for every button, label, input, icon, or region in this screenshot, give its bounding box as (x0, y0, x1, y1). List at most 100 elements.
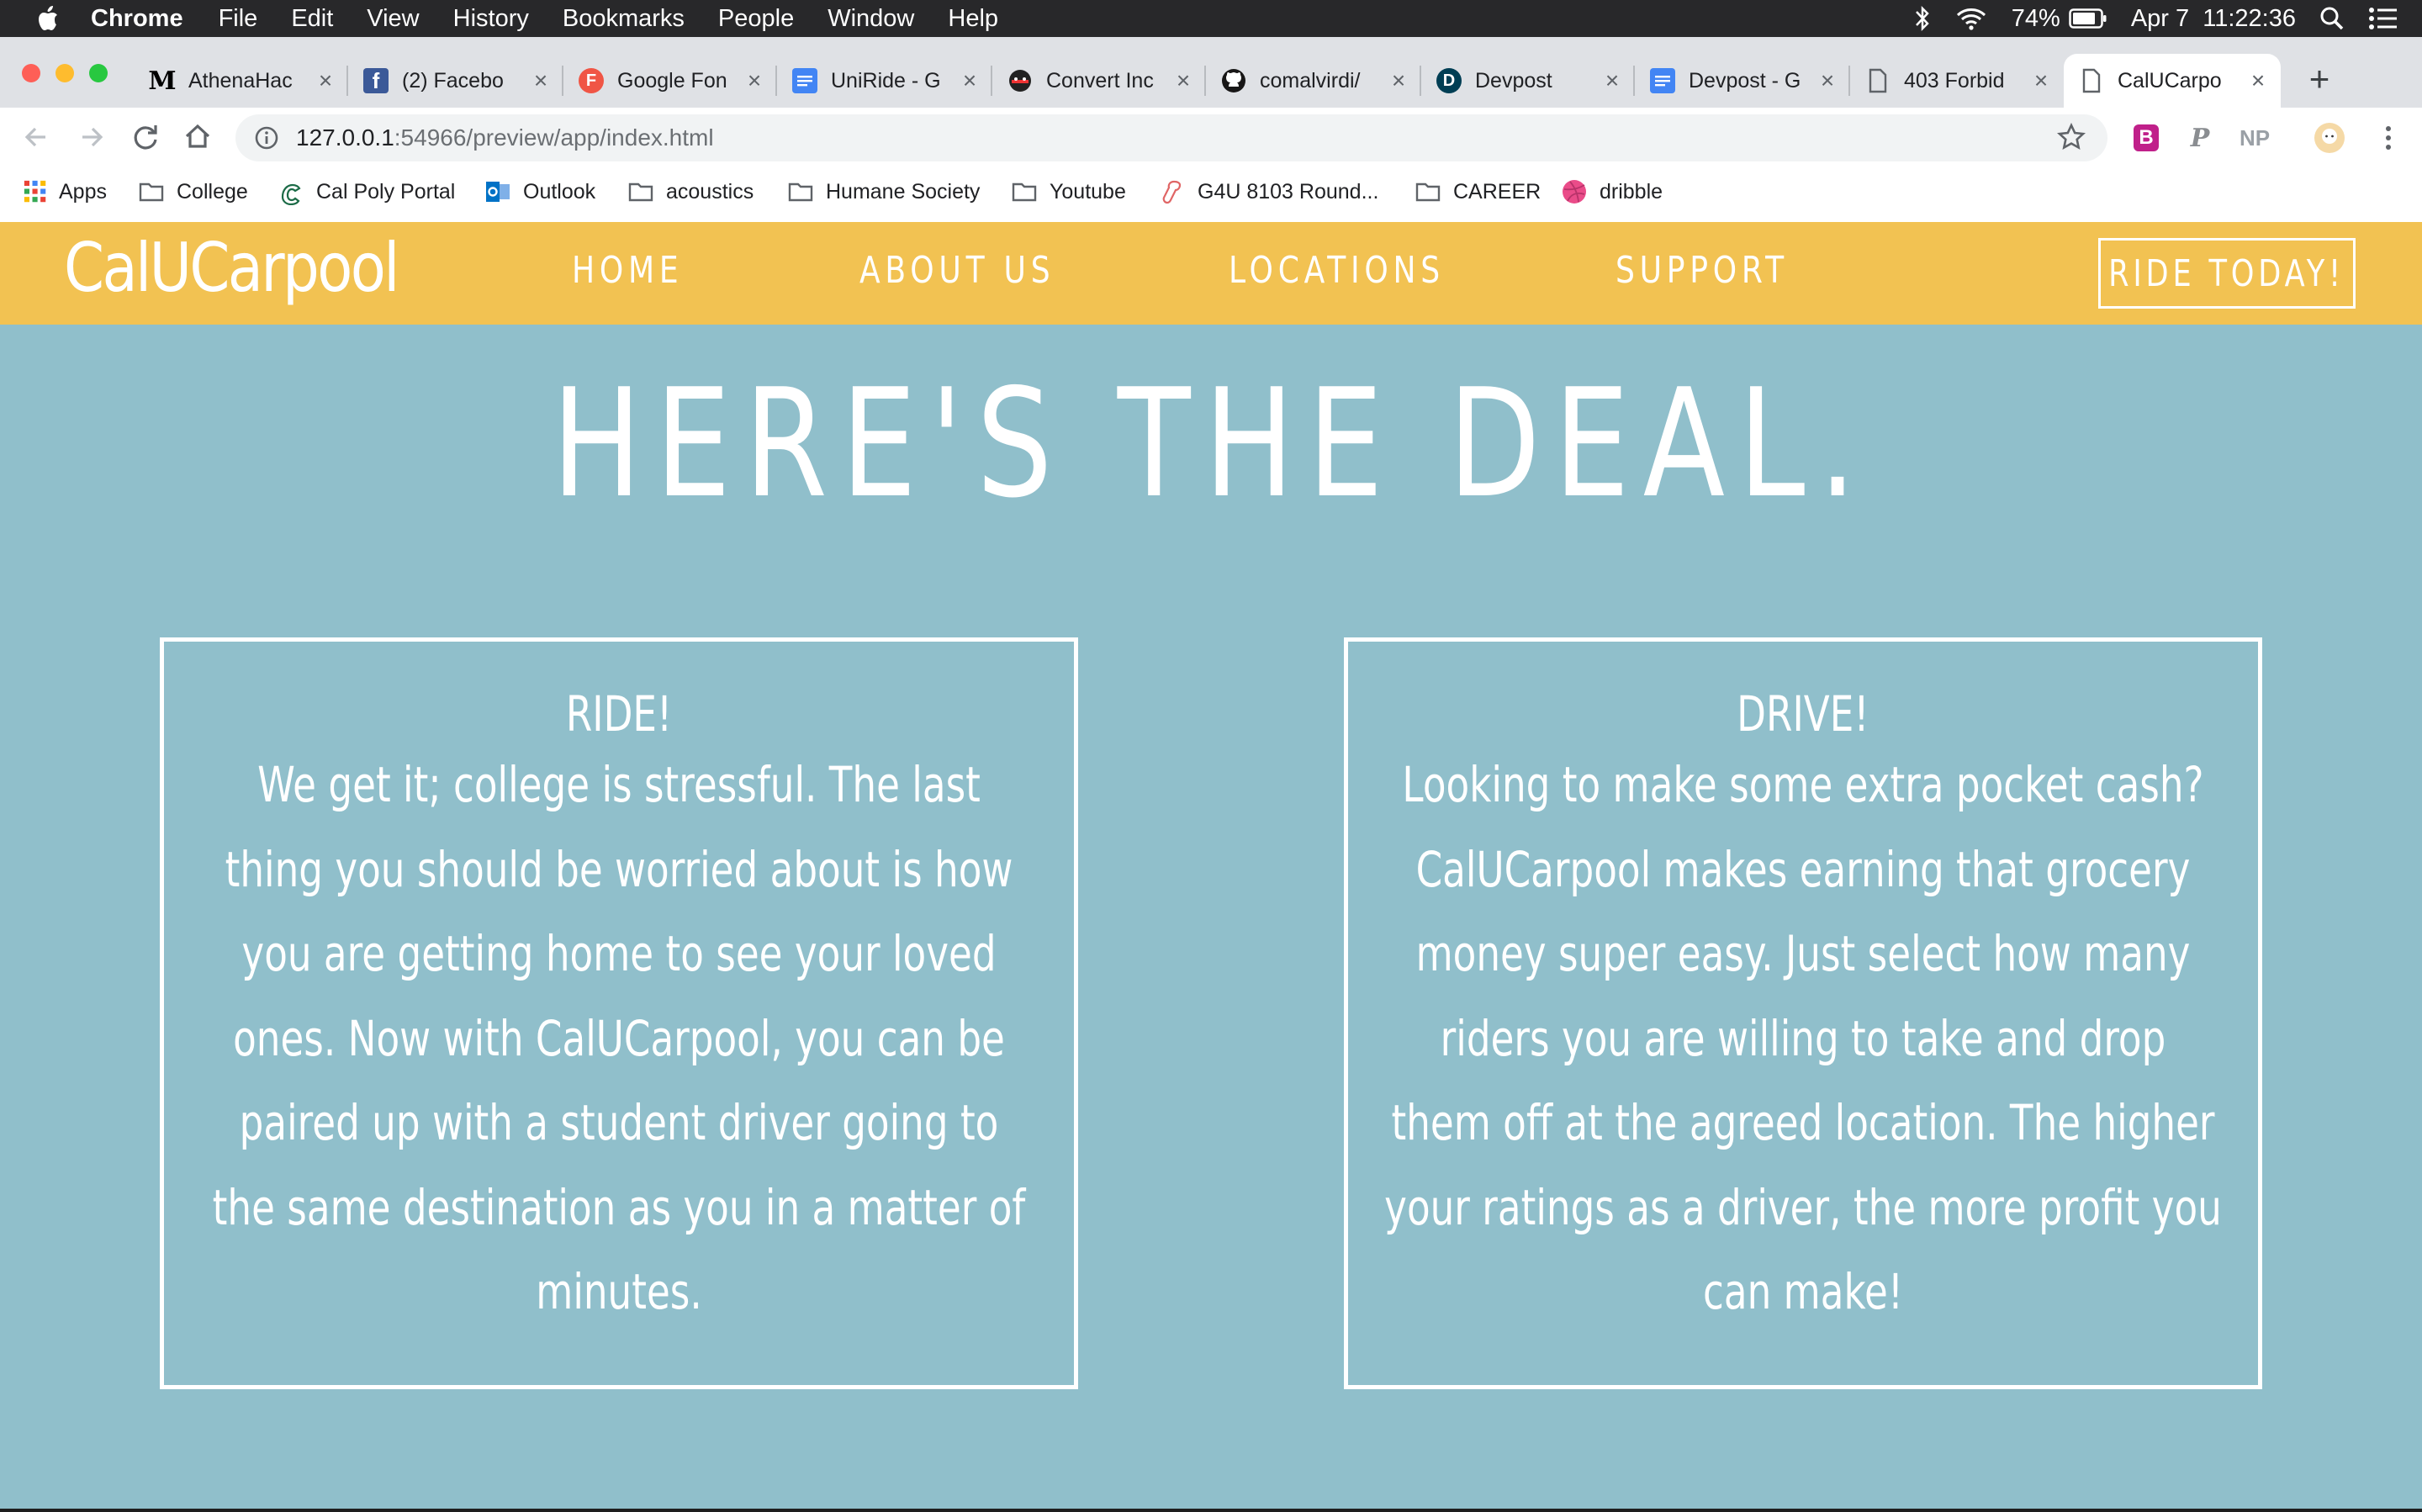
menu-view[interactable]: View (367, 5, 419, 33)
nav-support[interactable]: SUPPORT (1616, 249, 1789, 292)
google-docs-icon (1650, 68, 1675, 93)
drive-card-line: them off at the agreed location. The hig… (1391, 1094, 2215, 1151)
tab-close-icon[interactable]: × (2030, 67, 2052, 94)
ride-today-button[interactable]: RIDE TODAY! (2098, 238, 2356, 309)
ride-card-line: you are getting home to see your loved (241, 925, 997, 982)
tab-close-icon[interactable]: × (959, 67, 981, 94)
bookmark-cal-poly-portal[interactable]: Cal Poly Portal (278, 175, 455, 209)
menu-bookmarks[interactable]: Bookmarks (563, 5, 685, 33)
ride-card-line: We get it; college is stressful. The las… (257, 756, 981, 813)
web-page: CalUCarpool HOME ABOUT US LOCATIONS SUPP… (0, 222, 2422, 1509)
bookmark-label: dribble (1600, 179, 1663, 204)
ride-card-title: RIDE! (565, 685, 673, 743)
window-zoom-button[interactable] (89, 64, 108, 82)
menu-app-name[interactable]: Chrome (91, 5, 183, 33)
tab-close-icon[interactable]: × (315, 67, 336, 94)
tab-title: UniRide - G (831, 68, 941, 93)
forward-arrow-icon[interactable] (72, 118, 111, 156)
bookmark-outlook[interactable]: Outlook (484, 175, 595, 209)
google-docs-icon (792, 68, 817, 93)
drive-card-line: Looking to make some extra pocket cash? (1402, 756, 2204, 813)
wifi-icon[interactable] (1954, 6, 1988, 31)
bluetooth-icon[interactable] (1914, 4, 1931, 33)
ride-card-line: minutes. (536, 1263, 702, 1320)
tab-403-forbidden[interactable]: 403 Forbid × (1850, 54, 2064, 108)
bookmark-label: acoustics (666, 179, 754, 204)
tab-convert[interactable]: Convert Inc × (992, 54, 1206, 108)
menu-edit[interactable]: Edit (291, 5, 333, 33)
tab-uniride-doc[interactable]: UniRide - G × (777, 54, 992, 108)
drive-card-line: riders you are willing to take and drop (1440, 1009, 2166, 1067)
address-bar[interactable]: 127.0.0.1:54966/preview/app/index.html (235, 114, 2107, 161)
menu-people[interactable]: People (718, 5, 794, 33)
notification-center-icon[interactable] (2368, 6, 2398, 31)
tab-close-icon[interactable]: × (743, 67, 765, 94)
kebab-menu-icon (2386, 126, 2391, 150)
menu-help[interactable]: Help (948, 5, 998, 33)
window-minimize-button[interactable] (56, 64, 74, 82)
site-logo[interactable]: CalUCarpool (64, 229, 399, 307)
menu-file[interactable]: File (219, 5, 258, 33)
site-info-icon[interactable] (254, 125, 279, 151)
page-headline: HERE'S THE DEAL. (0, 357, 2422, 531)
tab-title: 403 Forbid (1904, 68, 2005, 93)
window-close-button[interactable] (22, 64, 40, 82)
folder-icon (139, 182, 164, 202)
spotlight-search-icon[interactable] (2319, 6, 2345, 31)
tab-devpost-doc[interactable]: Devpost - G × (1635, 54, 1850, 108)
bookmark-humane-society[interactable]: Humane Society (787, 175, 980, 209)
chrome-menu-button[interactable] (2372, 121, 2405, 155)
devpost-icon: D (1436, 68, 1462, 93)
nav-home[interactable]: HOME (572, 249, 683, 292)
home-icon[interactable] (178, 118, 217, 156)
tab-close-icon[interactable]: × (530, 67, 552, 94)
tab-github[interactable]: comalvirdi/ × (1206, 54, 1421, 108)
tab-devpost[interactable]: D Devpost × (1421, 54, 1635, 108)
menu-window[interactable]: Window (828, 5, 914, 33)
url-path[interactable]: :54966/preview/app/index.html (394, 124, 714, 151)
tab-facebook[interactable]: f (2) Facebo × (348, 54, 563, 108)
nav-about-us[interactable]: ABOUT US (859, 249, 1055, 292)
site-navbar: CalUCarpool HOME ABOUT US LOCATIONS SUPP… (0, 222, 2422, 325)
tab-title: CalUCarpo (2118, 68, 2222, 93)
bookmark-label: Cal Poly Portal (316, 179, 456, 204)
bookmark-career[interactable]: CAREER (1415, 175, 1541, 209)
url-host[interactable]: 127.0.0.1 (296, 124, 394, 151)
tab-calucarpool[interactable]: CalUCarpo × (2064, 54, 2281, 108)
folder-icon (1012, 182, 1037, 202)
ride-card-line: paired up with a student driver going to (239, 1094, 999, 1151)
bookmark-apps[interactable]: Apps (24, 175, 107, 209)
tab-close-icon[interactable]: × (1816, 67, 1838, 94)
profile-avatar[interactable] (2313, 121, 2346, 155)
cal-poly-icon (281, 183, 301, 205)
new-tab-button[interactable]: + (2299, 59, 2340, 99)
extension-b[interactable]: B (2129, 121, 2163, 155)
folder-icon (1415, 182, 1441, 202)
drive-card-body: Looking to make some extra pocket cash? … (1230, 743, 2376, 1335)
extension-np[interactable]: NP (2234, 121, 2276, 155)
bookmark-youtube[interactable]: Youtube (1011, 175, 1126, 209)
bookmark-college[interactable]: College (138, 175, 248, 209)
extension-p[interactable]: P (2183, 121, 2217, 155)
tab-athenahacks[interactable]: M AthenaHac × (135, 54, 348, 108)
clock[interactable]: Apr 7 11:22:36 (2131, 5, 2296, 33)
tab-close-icon[interactable]: × (1172, 67, 1194, 94)
battery-percent: 74% (2011, 4, 2060, 32)
bookmark-star-icon[interactable] (2057, 123, 2086, 151)
drive-card-title: DRIVE! (1737, 685, 1869, 743)
bookmark-acoustics[interactable]: acoustics (627, 175, 754, 209)
tab-close-icon[interactable]: × (2247, 67, 2269, 94)
nav-locations[interactable]: LOCATIONS (1229, 249, 1445, 292)
tab-google-fonts[interactable]: F Google Fon × (563, 54, 777, 108)
facebook-icon: f (363, 68, 389, 93)
bookmark-g4u[interactable]: G4U 8103 Round... (1159, 175, 1378, 209)
apple-logo-icon[interactable] (32, 2, 66, 35)
bookmark-dribble[interactable]: dribble (1561, 175, 1663, 209)
back-arrow-icon[interactable] (17, 118, 56, 156)
tab-close-icon[interactable]: × (1601, 67, 1623, 94)
drive-card: DRIVE! Looking to make some extra pocket… (1344, 637, 2262, 1389)
reload-icon[interactable] (126, 118, 165, 156)
tab-close-icon[interactable]: × (1388, 67, 1409, 94)
battery-icon[interactable] (2069, 8, 2107, 29)
menu-history[interactable]: History (453, 5, 529, 33)
